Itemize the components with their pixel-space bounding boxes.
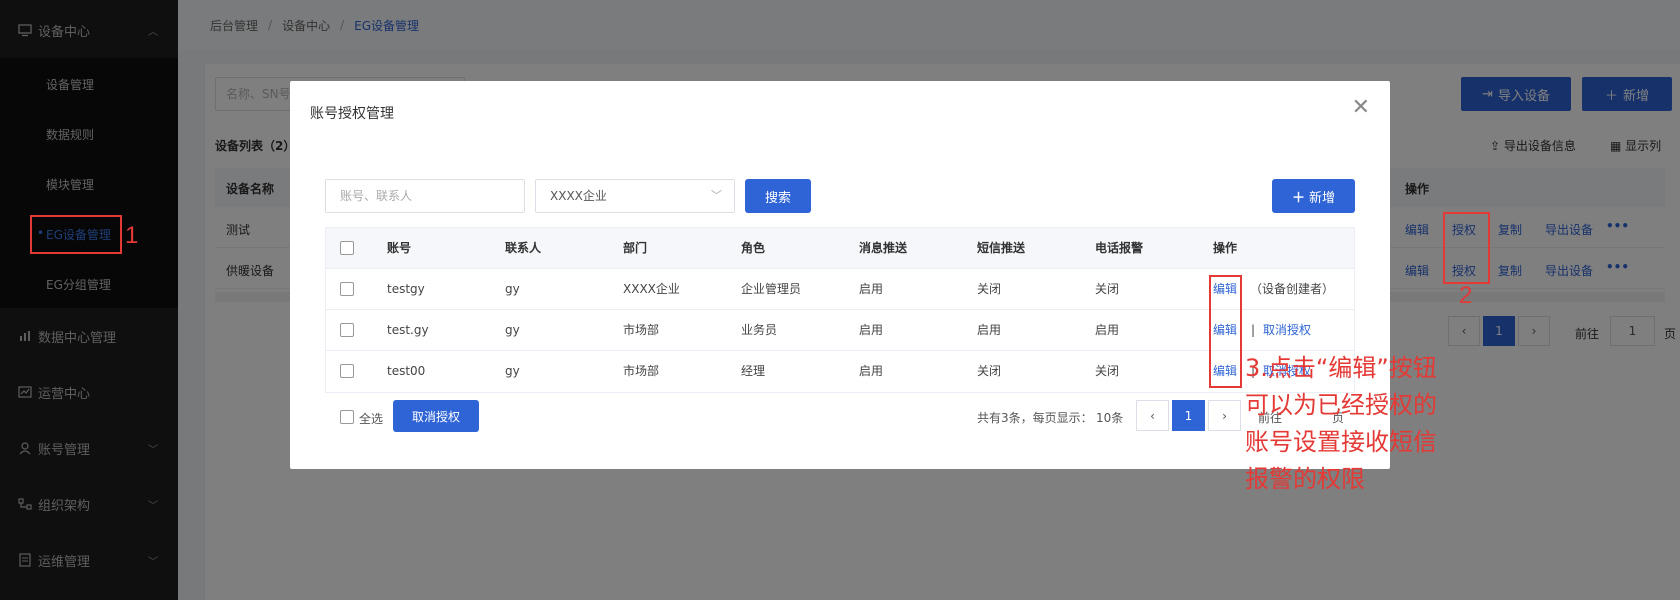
column-header: 操作: [1213, 241, 1238, 255]
select-all-footer-checkbox[interactable]: [340, 410, 354, 424]
column-header: 电话报警: [1095, 241, 1144, 255]
contact-cell: gy: [505, 364, 520, 378]
company-select[interactable]: XXXX企业 ﹀: [535, 179, 735, 213]
revoke-link[interactable]: 取消授权: [1263, 310, 1311, 351]
phone-alarm-cell: 关闭: [1095, 282, 1120, 296]
account-search-input[interactable]: 账号、联系人: [325, 179, 525, 213]
dept-cell: XXXX企业: [623, 282, 680, 296]
creator-note: （设备创建者）: [1250, 282, 1335, 296]
annotation-box-eg-device: [30, 215, 122, 254]
select-all-label: 全选: [359, 412, 384, 426]
row-checkbox[interactable]: [340, 282, 354, 296]
column-header: 账号: [387, 241, 412, 255]
table-header-row: 账号 联系人 部门 角色 消息推送 短信推送 电话报警 操作: [326, 228, 1354, 269]
table-row: test.gy gy 市场部 业务员 启用 启用 启用 编辑 | 取消授权: [326, 310, 1354, 351]
role-cell: 经理: [741, 364, 766, 378]
page-size-select[interactable]: 10条: [1096, 409, 1123, 426]
next-page-button[interactable]: ›: [1208, 400, 1241, 431]
dept-cell: 市场部: [623, 364, 660, 378]
phone-alarm-cell: 关闭: [1095, 364, 1120, 378]
role-cell: 企业管理员: [741, 282, 802, 296]
column-header: 部门: [623, 241, 648, 255]
add-account-button[interactable]: ＋新增: [1272, 179, 1355, 213]
chevron-down-icon: ﹀: [711, 189, 722, 202]
page-number-button[interactable]: 1: [1172, 400, 1205, 431]
annotation-number-1: 1: [125, 222, 139, 249]
sms-push-cell: 关闭: [977, 282, 1002, 296]
contact-cell: gy: [505, 323, 520, 337]
dept-cell: 市场部: [623, 323, 660, 337]
dialog-title: 账号授权管理: [310, 106, 394, 122]
annotation-note: 3.点击“编辑”按钮 可以为已经授权的 账号设置接收短信 报警的权限: [1245, 354, 1437, 493]
select-all-checkbox[interactable]: [340, 241, 354, 255]
annotation-box-edit: [1209, 275, 1242, 388]
column-header: 角色: [741, 241, 766, 255]
role-cell: 业务员: [741, 323, 778, 337]
row-checkbox[interactable]: [340, 323, 354, 337]
column-header: 消息推送: [859, 241, 908, 255]
add-label: 新增: [1309, 190, 1336, 206]
contact-cell: gy: [505, 282, 520, 296]
column-header: 短信推送: [977, 241, 1026, 255]
prev-page-button[interactable]: ‹: [1136, 400, 1169, 431]
row-checkbox[interactable]: [340, 364, 354, 378]
revoke-authorization-button[interactable]: 取消授权: [393, 400, 479, 432]
account-table: 账号 联系人 部门 角色 消息推送 短信推送 电话报警 操作 testgy gy…: [325, 227, 1355, 393]
phone-alarm-cell: 启用: [1095, 323, 1120, 337]
msg-push-cell: 启用: [859, 364, 884, 378]
sms-push-cell: 关闭: [977, 364, 1002, 378]
account-cell: test.gy: [387, 323, 429, 337]
account-cell: testgy: [387, 282, 425, 296]
company-select-value: XXXX企业: [550, 189, 607, 203]
search-button[interactable]: 搜索: [745, 179, 811, 213]
msg-push-cell: 启用: [859, 323, 884, 337]
account-cell: test00: [387, 364, 426, 378]
msg-push-cell: 启用: [859, 282, 884, 296]
close-icon[interactable]: ✕: [1352, 97, 1370, 119]
table-row: testgy gy XXXX企业 企业管理员 启用 关闭 关闭 编辑 （设备创建…: [326, 269, 1354, 310]
annotation-box-authorize: [1443, 212, 1490, 284]
plus-icon: ＋: [1291, 190, 1305, 206]
op-separator: |: [1251, 323, 1256, 337]
annotation-number-2: 2: [1459, 282, 1473, 309]
sms-push-cell: 启用: [977, 323, 1002, 337]
total-count-text: 共有3条，每页显示：: [977, 411, 1093, 425]
column-header: 联系人: [505, 241, 542, 255]
table-row: test00 gy 市场部 经理 启用 关闭 关闭 编辑 | 取消授权: [326, 351, 1354, 392]
